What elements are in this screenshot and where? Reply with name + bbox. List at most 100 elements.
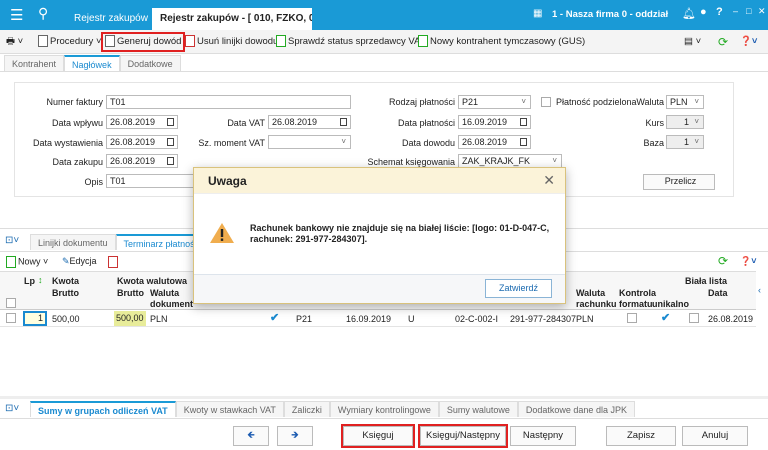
document-date-input[interactable]: 26.08.2019 — [458, 135, 531, 149]
delete-button[interactable] — [108, 256, 120, 268]
check-vat-button[interactable]: Sprawdź status sprzedawcy VAT — [276, 34, 425, 50]
select-all-checkbox[interactable] — [6, 298, 16, 308]
tab-controlling[interactable]: Wymiary kontrolingowe — [329, 401, 439, 417]
split-payment-label: Płatność podzielona — [556, 97, 637, 107]
checkmark-icon[interactable]: ✔ — [270, 311, 279, 324]
scheme-label: Schemat księgowania — [367, 157, 455, 167]
maximize-icon[interactable]: □ — [746, 6, 751, 16]
tab-advances[interactable]: Zaliczki — [283, 401, 330, 417]
help-icon[interactable]: ❓˅ — [740, 34, 757, 50]
menu-icon[interactable]: ☰ — [10, 6, 23, 24]
post-button[interactable]: Księguj — [341, 424, 415, 448]
calendar-icon[interactable] — [520, 138, 527, 146]
tab-vat-groups[interactable]: Sumy w grupach odliczeń VAT — [30, 401, 176, 417]
receipt-date-input[interactable]: 26.08.2019 — [106, 115, 178, 129]
calendar-icon[interactable] — [520, 118, 527, 126]
chevron-down-icon: ˅ — [694, 117, 699, 126]
refresh-icon[interactable]: ⟳ — [718, 34, 728, 50]
minimize-icon[interactable]: – — [733, 6, 738, 16]
search-icon[interactable]: ⚲ — [38, 5, 48, 22]
close-icon[interactable]: ✕ — [543, 172, 555, 189]
unique-checkbox[interactable]: ✔ — [661, 311, 670, 324]
col-whitelist: Biała lista — [685, 276, 728, 286]
invoice-number-input[interactable]: T01 — [106, 95, 351, 109]
chevron-left-icon[interactable]: ‹ — [758, 285, 761, 295]
tab-rejestr[interactable]: Rejestr zakupów — [66, 8, 156, 30]
help-icon[interactable]: ? — [716, 6, 723, 18]
generate-document-button[interactable]: Generuj dowód — [100, 32, 186, 52]
edit-button[interactable]: ✎Edycja — [62, 256, 97, 267]
new-contractor-button[interactable]: Nowy kontrahent tymczasowy (GUS) — [418, 34, 585, 50]
col-date[interactable]: Data — [708, 288, 728, 298]
scheme-select[interactable]: ZAK_KRAJK_FK ˅ — [458, 154, 562, 168]
tab-currency-sums[interactable]: Sumy walutowe — [438, 401, 518, 417]
vat-moment-select[interactable]: ˅ — [268, 135, 351, 149]
lp-cell[interactable]: 1 — [23, 311, 47, 326]
company-selector[interactable]: 1 - Nasza firma 0 - oddział — [552, 9, 668, 20]
calendar-icon[interactable] — [340, 118, 347, 126]
col-acct-currency[interactable]: Waluta — [576, 288, 605, 298]
calendar-icon[interactable] — [167, 138, 174, 146]
view-icon[interactable]: ⊡˅ — [5, 235, 19, 246]
whitelist-checkbox[interactable] — [689, 313, 699, 323]
issue-date-value: 26.08.2019 — [110, 137, 156, 147]
recalculate-button[interactable]: Przelicz — [643, 174, 715, 190]
split-payment-checkbox[interactable] — [541, 97, 551, 107]
col-fx-gross[interactable]: Brutto — [117, 288, 144, 298]
tab-kontrahent[interactable]: Kontrahent — [4, 55, 65, 71]
tab-naglowek[interactable]: Nagłówek — [64, 55, 120, 71]
payment-type-label: Rodzaj płatności — [388, 97, 455, 107]
next-arrow-button[interactable]: 🡺 — [277, 426, 313, 446]
calendar-icon[interactable] — [167, 118, 174, 126]
rate-select[interactable]: 1 ˅ — [666, 115, 704, 129]
new-button[interactable]: Nowy ˅ — [6, 256, 48, 268]
issue-date-input[interactable]: 26.08.2019 — [106, 135, 178, 149]
user-icon[interactable]: ● — [700, 6, 707, 18]
refresh-icon[interactable]: ⟳ — [718, 254, 728, 268]
remove-lines-button[interactable]: Usuń linijki dowodu — [185, 34, 278, 50]
calendar-icon[interactable] — [167, 157, 174, 165]
payment-date-input[interactable]: 16.09.2019 — [458, 115, 531, 129]
gross-cell: 500,00 — [52, 314, 80, 324]
row-checkbox[interactable] — [6, 313, 16, 323]
procedures-button[interactable]: Procedury ˅ — [38, 34, 102, 50]
rate-value: 1 — [683, 117, 689, 127]
col-format[interactable]: formatu — [619, 299, 653, 309]
purchase-date-input[interactable]: 26.08.2019 — [106, 154, 178, 168]
bell-icon[interactable]: 🔔︎ — [682, 7, 696, 20]
col-gross[interactable]: Brutto — [52, 288, 79, 298]
tab-vat-rates[interactable]: Kwoty w stawkach VAT — [175, 401, 284, 417]
next-button[interactable]: Następny — [510, 426, 576, 446]
post-next-button[interactable]: Księguj/Następny — [418, 424, 508, 448]
payment-cell: P21 — [296, 314, 313, 324]
tab-rejestr-document[interactable]: Rejestr zakupów - [ 010, FZKO, 0 ] - — [152, 8, 312, 30]
document-date-value: 26.08.2019 — [462, 137, 508, 147]
acct-currency-cell: PLN — [576, 314, 594, 324]
previous-button[interactable]: 🡸 — [233, 426, 269, 446]
col-doc-currency[interactable]: Waluta — [150, 288, 179, 298]
format-checkbox[interactable] — [627, 313, 637, 323]
description-input[interactable]: T01 — [106, 174, 196, 188]
col-unique[interactable]: unikalno — [652, 299, 689, 309]
chevron-down-icon: ˅ — [552, 156, 557, 165]
confirm-button[interactable]: Zatwierdź — [485, 279, 552, 298]
payment-type-select[interactable]: P21 ˅ — [458, 95, 531, 109]
tab-document-lines[interactable]: Linijki dokumentu — [30, 234, 116, 250]
tab-dodatkowe[interactable]: Dodatkowe — [119, 55, 181, 71]
help-icon[interactable]: ❓˅ — [740, 256, 756, 267]
view-icon[interactable]: ⊡˅ — [5, 403, 19, 414]
base-select[interactable]: 1 ˅ — [666, 135, 704, 149]
print-icon[interactable]: 🖶︎ ˅ — [6, 34, 23, 50]
sort-icon[interactable]: ↕ — [38, 275, 43, 285]
vat-date-input[interactable]: 26.08.2019 — [268, 115, 351, 129]
save-button[interactable]: Zapisz — [606, 426, 676, 446]
currency-select[interactable]: PLN ˅ — [666, 95, 704, 109]
col-lp[interactable]: Lp — [24, 276, 35, 286]
close-icon[interactable]: ✕ — [758, 6, 766, 17]
tab-jpk[interactable]: Dodatkowe dane dla JPK — [517, 401, 635, 417]
view-settings-icon[interactable]: ▤ ˅ — [684, 34, 701, 50]
arrow-right-icon: 🡺 — [291, 430, 299, 441]
description-label: Opis — [84, 177, 103, 187]
chevron-down-icon: ˅ — [521, 97, 526, 106]
cancel-button[interactable]: Anuluj — [682, 426, 748, 446]
